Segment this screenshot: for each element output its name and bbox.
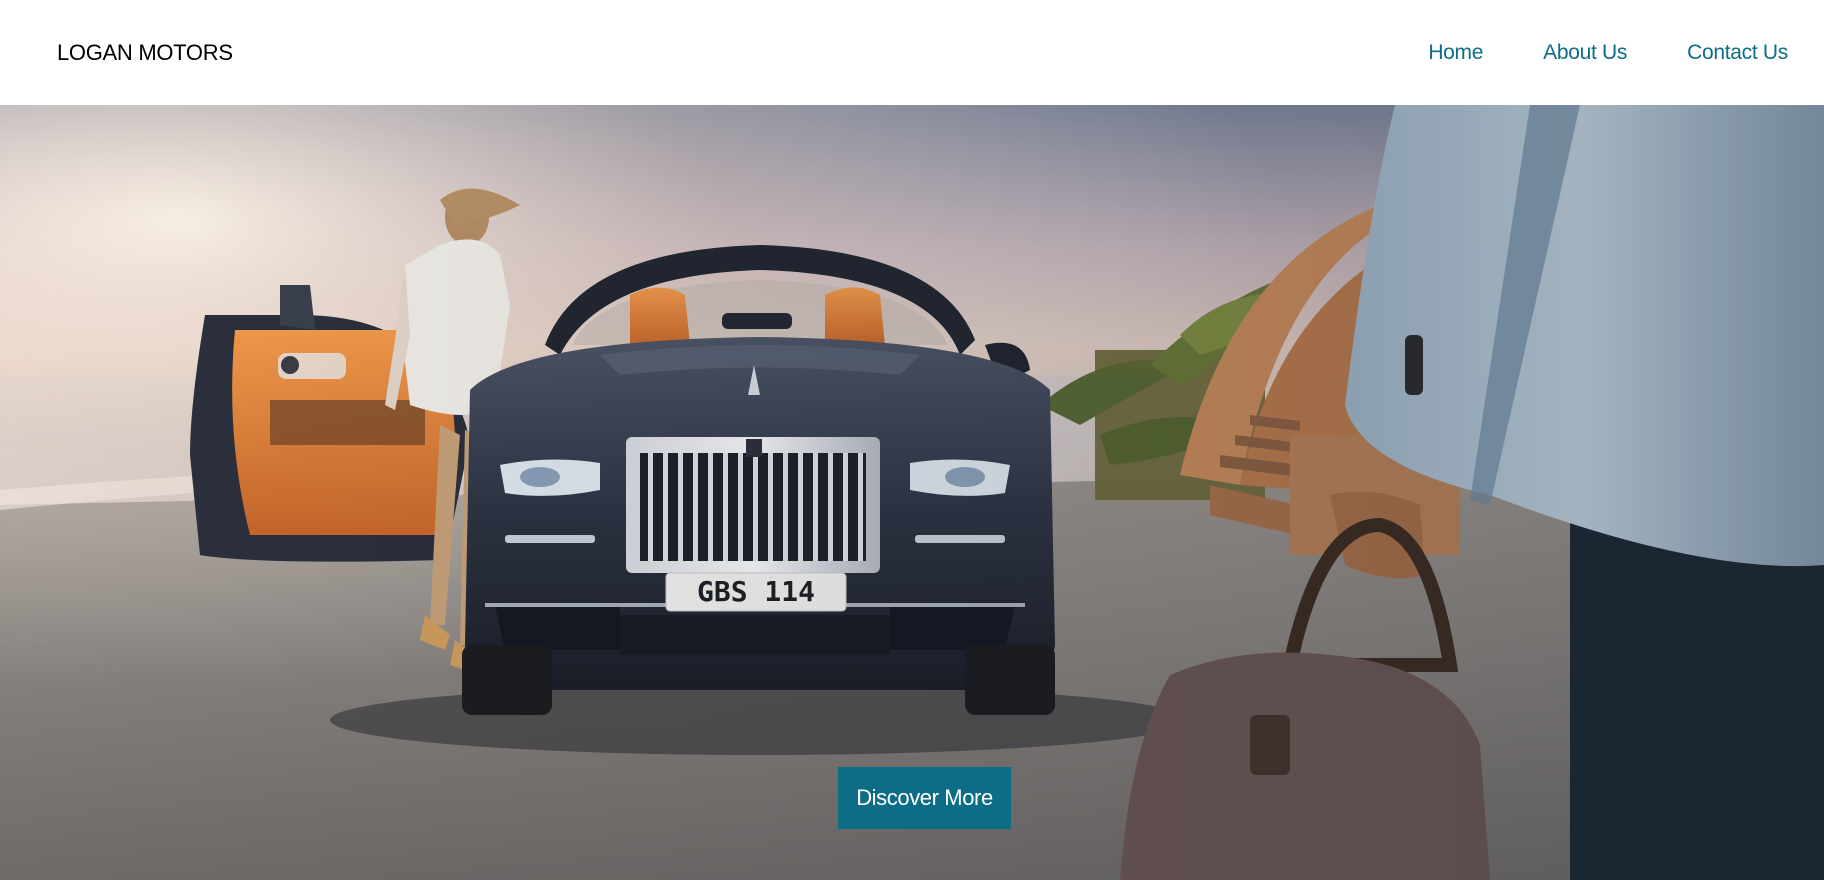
site-header: LOGAN MOTORS Home About Us Contact Us bbox=[0, 0, 1824, 105]
main-nav: Home About Us Contact Us bbox=[1428, 41, 1788, 65]
hero-banner: GBS 114 Discover More bbox=[0, 105, 1824, 880]
hero-image: GBS 114 bbox=[0, 105, 1824, 880]
nav-contact-link[interactable]: Contact Us bbox=[1687, 41, 1788, 65]
nav-home-link[interactable]: Home bbox=[1428, 41, 1483, 65]
brand-logo[interactable]: LOGAN MOTORS bbox=[57, 40, 233, 66]
nav-about-link[interactable]: About Us bbox=[1543, 41, 1627, 65]
man-figure bbox=[0, 105, 1824, 880]
discover-more-button[interactable]: Discover More bbox=[838, 767, 1011, 829]
